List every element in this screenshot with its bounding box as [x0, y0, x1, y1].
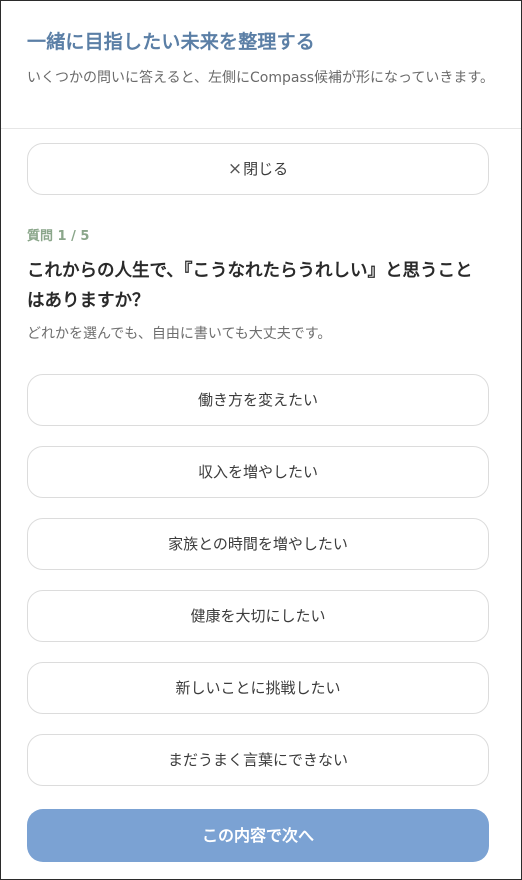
option-button[interactable]: 収入を増やしたい	[27, 446, 489, 498]
option-button[interactable]: 家族との時間を増やしたい	[27, 518, 489, 570]
answer-options: 働き方を変えたい 収入を増やしたい 家族との時間を増やしたい 健康を大切にしたい…	[27, 374, 489, 786]
next-button[interactable]: この内容で次へ	[27, 809, 489, 862]
option-button[interactable]: まだうまく言葉にできない	[27, 734, 489, 786]
option-button[interactable]: 健康を大切にしたい	[27, 590, 489, 642]
panel-header: 一緒に目指したい未来を整理する いくつかの問いに答えると、左側にCompass候…	[1, 1, 521, 129]
panel-title: 一緒に目指したい未来を整理する	[27, 31, 316, 53]
option-button[interactable]: 新しいことに挑戦したい	[27, 662, 489, 714]
question-text: これからの人生で、『こうなれたらうれしい』と思うことはありますか？	[27, 261, 473, 311]
question-panel: 一緒に目指したい未来を整理する いくつかの問いに答えると、左側にCompass候…	[0, 0, 522, 880]
panel-content: ×閉じる 質問 1 / 5 これからの人生で、『こうなれたらうれしい』と思うこと…	[1, 129, 521, 786]
close-button[interactable]: ×閉じる	[27, 143, 489, 195]
option-button[interactable]: 働き方を変えたい	[27, 374, 489, 426]
close-button-label: 閉じる	[243, 160, 289, 178]
panel-subtitle: いくつかの問いに答えると、左側にCompass候補が形になっていきます。	[27, 70, 494, 86]
close-icon: ×	[227, 159, 243, 179]
question-step-indicator: 質問 1 / 5	[27, 229, 90, 244]
question-hint: どれかを選んでも、自由に書いても大丈夫です。	[27, 326, 332, 342]
